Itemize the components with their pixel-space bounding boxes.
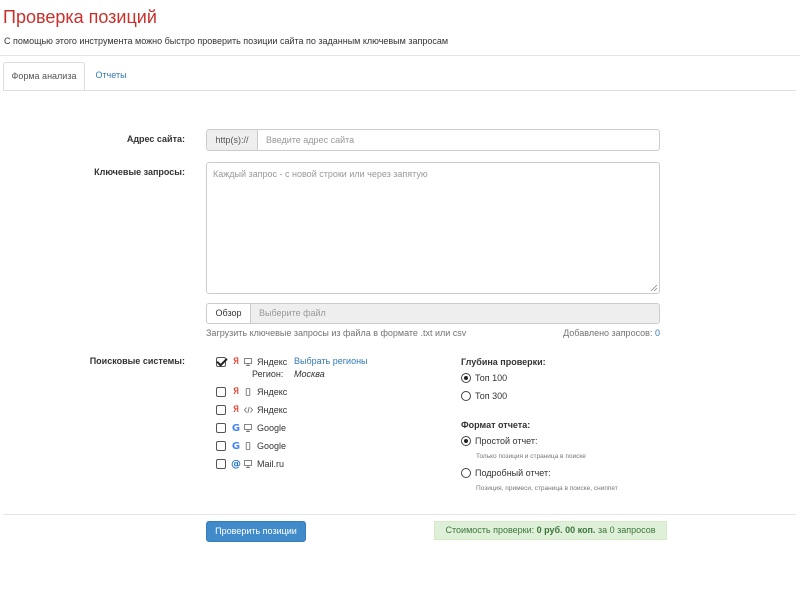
search-engine-option[interactable]: Я Яндекс <box>216 385 287 399</box>
yandex-icon: Я <box>232 357 240 367</box>
checkbox[interactable] <box>216 423 226 433</box>
desktop-icon <box>243 459 253 469</box>
select-regions-link[interactable]: Выбрать регионы <box>294 356 368 366</box>
radio[interactable] <box>461 468 471 478</box>
mobile-icon <box>243 387 253 397</box>
page-subtitle: С помощью этого инструмента можно быстро… <box>4 36 449 46</box>
queries-textarea[interactable] <box>206 162 660 294</box>
page-title: Проверка позиций <box>3 7 157 27</box>
report-format-simple-hint: Только позиция и страница в поиске <box>476 453 586 460</box>
region-label: Регион: <box>252 369 284 379</box>
tabs-divider <box>3 90 796 91</box>
google-icon: G <box>231 440 241 452</box>
search-engine-name: Google <box>257 441 287 451</box>
radio-label: Топ 300 <box>475 391 508 401</box>
queries-added-number: 0 <box>654 328 660 338</box>
site-address-input[interactable] <box>257 129 660 151</box>
depth-option-top300[interactable]: Топ 300 <box>461 391 507 401</box>
search-engine-name: Яндекс <box>257 405 288 415</box>
report-format-detailed[interactable]: Подробный отчет: <box>461 468 551 478</box>
google-icon: G <box>231 422 241 434</box>
region-value: Москва <box>294 369 325 379</box>
browse-button[interactable]: Обзор <box>206 303 251 324</box>
mailru-icon: @ <box>231 458 241 470</box>
queries-added-label: Добавлено запросов: <box>563 328 653 338</box>
tab-analysis-form[interactable]: Форма анализа <box>3 62 85 91</box>
search-engine-name: Mail.ru <box>257 459 285 469</box>
tab-reports[interactable]: Отчеты <box>86 62 136 90</box>
cost-value: 0 руб. 00 коп. <box>536 525 596 535</box>
search-engines-label: Поисковые системы: <box>89 356 185 366</box>
checkbox[interactable] <box>216 405 226 415</box>
site-protocol-prefix: http(s):// <box>206 129 258 151</box>
upload-help-text: Загрузить ключевые запросы из файла в фо… <box>206 328 467 338</box>
queries-added-count: Добавлено запросов: 0 <box>520 328 660 338</box>
search-engine-option[interactable]: Я Яндекс <box>216 403 287 417</box>
report-format-title: Формат отчета: <box>461 420 531 430</box>
footer-divider <box>3 514 796 515</box>
search-engine-name: Яндекс <box>257 357 288 367</box>
cost-suffix: за 0 запросов <box>597 525 656 535</box>
site-address-label: Адрес сайта: <box>126 134 185 144</box>
check-positions-button[interactable]: Проверить позиции <box>206 521 306 542</box>
radio-label: Топ 100 <box>475 373 508 383</box>
report-format-detailed-hint: Позиция, примеси, страница в поиске, сни… <box>476 485 618 492</box>
header-divider <box>0 55 800 56</box>
cost-info: Стоимость проверки: 0 руб. 00 коп. за 0 … <box>434 521 667 540</box>
queries-label: Ключевые запросы: <box>94 167 185 177</box>
report-format-simple[interactable]: Простой отчет: <box>461 436 537 446</box>
checkbox[interactable] <box>216 459 226 469</box>
checkbox[interactable] <box>216 441 226 451</box>
checkbox[interactable] <box>216 387 226 397</box>
resize-handle-icon[interactable] <box>650 284 658 292</box>
radio-selected[interactable] <box>461 436 471 446</box>
code-icon <box>243 405 253 415</box>
cost-prefix: Стоимость проверки: <box>445 525 535 535</box>
radio-label: Подробный отчет: <box>475 468 551 478</box>
radio-label: Простой отчет: <box>475 436 538 446</box>
search-engine-name: Google <box>257 423 287 433</box>
radio-selected[interactable] <box>461 373 471 383</box>
yandex-icon: Я <box>232 387 240 397</box>
search-engine-name: Яндекс <box>257 387 288 397</box>
mobile-icon <box>243 441 253 451</box>
yandex-icon: Я <box>232 405 240 415</box>
radio[interactable] <box>461 391 471 401</box>
desktop-icon <box>243 423 253 433</box>
depth-title: Глубина проверки: <box>461 357 546 367</box>
search-engine-option[interactable]: G Google <box>216 439 286 453</box>
search-engine-option[interactable]: Я Яндекс <box>216 355 287 369</box>
depth-option-top100[interactable]: Топ 100 <box>461 373 507 383</box>
checkbox-checked[interactable] <box>216 357 226 367</box>
search-engine-option[interactable]: G Google <box>216 421 286 435</box>
desktop-icon <box>243 357 253 367</box>
search-engine-option[interactable]: @ Mail.ru <box>216 457 284 471</box>
file-name-field[interactable]: Выберите файл <box>250 303 660 324</box>
